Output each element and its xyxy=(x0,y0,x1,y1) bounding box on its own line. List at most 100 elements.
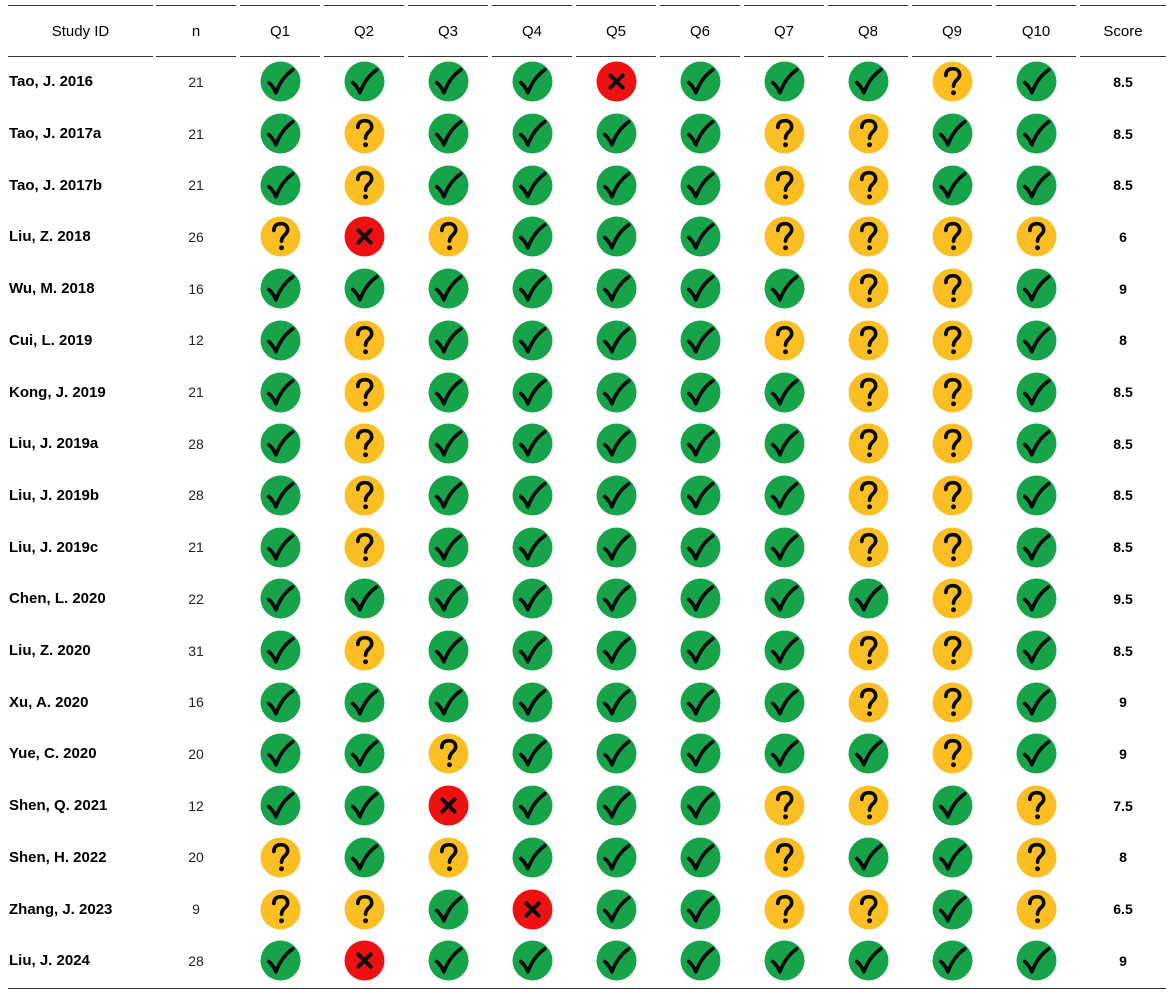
study-id-cell: Tao, J. 2017b xyxy=(9,176,103,194)
rating-cell-q7 xyxy=(744,780,824,832)
rating-cell-q5 xyxy=(576,470,656,522)
green-check-icon xyxy=(512,682,552,723)
green-check-icon xyxy=(260,423,300,464)
green-check-icon xyxy=(596,682,636,723)
green-check-icon xyxy=(428,61,468,102)
sample-size-cell: 28 xyxy=(188,435,204,452)
green-check-icon xyxy=(260,785,300,826)
green-check-icon xyxy=(344,785,384,826)
yellow-question-icon xyxy=(260,216,300,257)
yellow-question-icon xyxy=(764,837,804,878)
yellow-question-icon xyxy=(932,423,972,464)
red-x-icon xyxy=(344,940,384,981)
green-check-icon xyxy=(680,785,720,826)
green-check-icon xyxy=(764,630,804,671)
green-check-icon xyxy=(932,785,972,826)
rating-cell-q2 xyxy=(324,366,404,418)
rating-cell-q7 xyxy=(744,521,824,573)
yellow-question-icon xyxy=(764,216,804,257)
yellow-question-icon xyxy=(932,61,972,102)
rating-cell-q8 xyxy=(828,211,908,263)
yellow-question-icon xyxy=(932,268,972,309)
yellow-question-icon xyxy=(848,785,888,826)
green-check-icon xyxy=(428,320,468,361)
rating-cell-q2 xyxy=(324,315,404,367)
green-check-icon xyxy=(260,372,300,413)
rating-cell-q7 xyxy=(744,315,824,367)
study-id-cell: Liu, Z. 2020 xyxy=(9,642,91,660)
green-check-icon xyxy=(680,578,720,619)
green-check-icon xyxy=(512,165,552,206)
column-header-study-id: Study ID xyxy=(8,5,153,57)
rating-cell-q5 xyxy=(576,832,656,884)
rating-cell-q9 xyxy=(912,366,992,418)
yellow-question-icon xyxy=(764,165,804,206)
rating-cell-q9 xyxy=(912,832,992,884)
rating-cell-q6 xyxy=(660,211,740,263)
green-check-icon xyxy=(764,578,804,619)
green-check-icon xyxy=(680,372,720,413)
yellow-question-icon xyxy=(344,320,384,361)
yellow-question-icon xyxy=(848,165,888,206)
rating-cell-q7 xyxy=(744,935,824,987)
rating-cell-q6 xyxy=(660,159,740,211)
sample-size-cell: 31 xyxy=(188,642,204,659)
sample-size-cell: 21 xyxy=(188,73,204,90)
rating-cell-q8 xyxy=(828,883,908,935)
yellow-question-icon xyxy=(932,733,972,774)
score-cell: 9.5 xyxy=(1113,590,1133,607)
score-cell: 8.5 xyxy=(1113,177,1133,194)
sample-size-cell: 12 xyxy=(188,797,204,814)
rating-cell-q8 xyxy=(828,832,908,884)
green-check-icon xyxy=(260,733,300,774)
rating-cell-q10 xyxy=(996,211,1076,263)
rating-cell-q8 xyxy=(828,108,908,160)
green-check-icon xyxy=(764,682,804,723)
green-check-icon xyxy=(512,785,552,826)
rating-cell-q6 xyxy=(660,780,740,832)
rating-cell-q9 xyxy=(912,676,992,728)
green-check-icon xyxy=(428,940,468,981)
green-check-icon xyxy=(1016,423,1056,464)
sample-size-cell: 28 xyxy=(188,952,204,969)
green-check-icon xyxy=(680,320,720,361)
yellow-question-icon xyxy=(344,423,384,464)
yellow-question-icon xyxy=(848,475,888,516)
study-id-cell: Shen, H. 2022 xyxy=(9,848,107,866)
green-check-icon xyxy=(512,423,552,464)
green-check-icon xyxy=(428,423,468,464)
rating-cell-q4 xyxy=(492,470,572,522)
green-check-icon xyxy=(512,372,552,413)
green-check-icon xyxy=(596,320,636,361)
sample-size-cell: 16 xyxy=(188,280,204,297)
rating-cell-q1 xyxy=(240,521,320,573)
yellow-question-icon xyxy=(932,630,972,671)
yellow-question-icon xyxy=(932,527,972,568)
green-check-icon xyxy=(512,837,552,878)
rating-cell-q4 xyxy=(492,418,572,470)
rating-cell-q6 xyxy=(660,883,740,935)
green-check-icon xyxy=(680,940,720,981)
rating-cell-q10 xyxy=(996,935,1076,987)
rating-cell-q4 xyxy=(492,625,572,677)
rating-cell-q6 xyxy=(660,263,740,315)
yellow-question-icon xyxy=(764,113,804,154)
green-check-icon xyxy=(1016,940,1056,981)
sample-size-cell: 20 xyxy=(188,745,204,762)
score-cell: 8.5 xyxy=(1113,487,1133,504)
score-cell: 8.5 xyxy=(1113,435,1133,452)
green-check-icon xyxy=(932,113,972,154)
yellow-question-icon xyxy=(764,889,804,930)
green-check-icon xyxy=(932,837,972,878)
rating-cell-q7 xyxy=(744,263,824,315)
yellow-question-icon xyxy=(848,889,888,930)
rating-cell-q8 xyxy=(828,263,908,315)
green-check-icon xyxy=(680,733,720,774)
rating-cell-q4 xyxy=(492,159,572,211)
rating-cell-q5 xyxy=(576,780,656,832)
rating-cell-q2 xyxy=(324,935,404,987)
sample-size-cell: 26 xyxy=(188,228,204,245)
rating-cell-q10 xyxy=(996,832,1076,884)
rating-cell-q10 xyxy=(996,470,1076,522)
rating-cell-q2 xyxy=(324,211,404,263)
